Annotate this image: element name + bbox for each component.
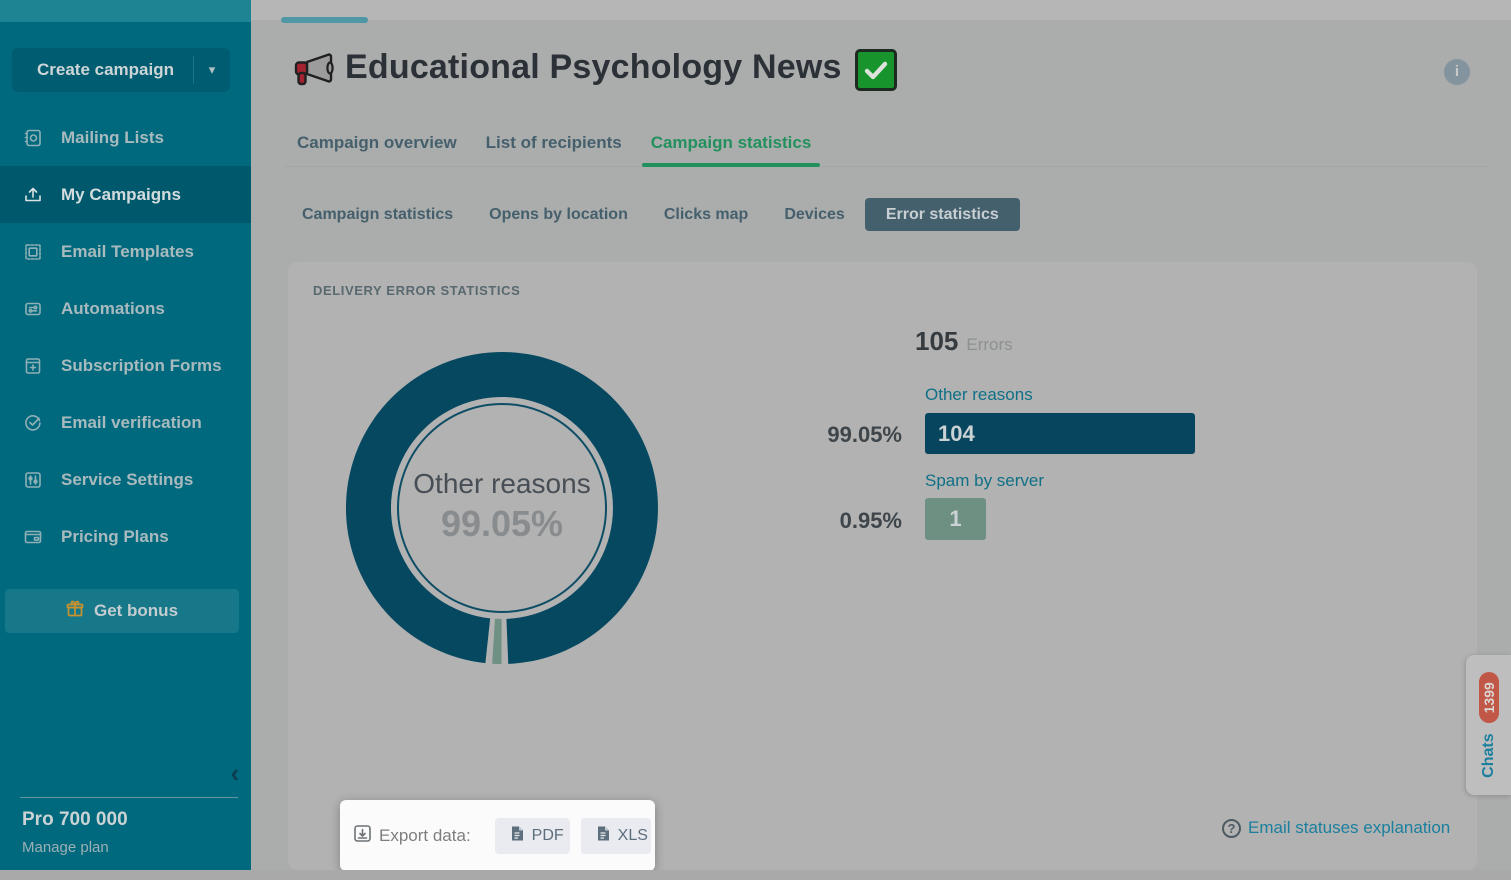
subtab-devices[interactable]: Devices: [784, 206, 845, 224]
megaphone-icon: [291, 51, 335, 98]
donut-slice-other-reasons[interactable]: [346, 352, 658, 664]
error-row-bar[interactable]: 1: [925, 498, 986, 540]
campaign-header: Educational Psychology News i: [251, 44, 1511, 96]
error-row-label: Other reasons: [925, 385, 1033, 405]
main-content: Educational Psychology News i Campaign o…: [251, 0, 1511, 880]
sidebar-item-subscription-forms[interactable]: Subscription Forms: [0, 337, 251, 394]
sidebar-item-pricing-plans[interactable]: Pricing Plans: [0, 508, 251, 565]
info-icon[interactable]: i: [1444, 59, 1470, 85]
sidebar-item-automations[interactable]: Automations: [0, 280, 251, 337]
error-row-percent: 99.05%: [790, 422, 902, 448]
sidebar-item-label: Email verification: [61, 413, 202, 433]
email-statuses-explanation-link[interactable]: ? Email statuses explanation: [1222, 818, 1450, 838]
document-icon: [595, 825, 611, 847]
sidebar-divider: [20, 797, 238, 798]
sidebar-item-label: Pricing Plans: [61, 527, 169, 547]
export-xls-button[interactable]: XLS: [581, 818, 651, 854]
page-title: Educational Psychology News: [345, 48, 842, 87]
error-row-percent: 0.95%: [790, 508, 902, 534]
email-statuses-explanation-label: Email statuses explanation: [1248, 818, 1450, 838]
mailing-lists-icon: [23, 128, 43, 148]
email-verification-icon: [23, 413, 43, 433]
email-templates-icon: [23, 242, 43, 262]
document-icon: [509, 825, 525, 847]
gift-icon: [66, 600, 84, 623]
export-data-panel: Export data: PDF XLS: [340, 800, 655, 871]
sidebar-item-label: Mailing Lists: [61, 128, 164, 148]
service-settings-icon: [23, 470, 43, 490]
sidebar-item-label: Email Templates: [61, 242, 194, 262]
automations-icon: [23, 299, 43, 319]
chats-unread-badge: 1399: [1479, 672, 1499, 723]
collapse-sidebar-icon[interactable]: ‹: [222, 760, 248, 788]
donut-chart: Other reasons 99.05%: [337, 343, 667, 673]
sidebar-top-band: [0, 0, 251, 22]
sidebar-item-label: Subscription Forms: [61, 356, 222, 376]
top-accent-bar: [281, 17, 368, 23]
plan-name: Pro 700 000: [22, 809, 128, 831]
app-window: Create campaign ▾ Mailing Lists My Campa…: [0, 0, 1511, 880]
subtab-opens-by-location[interactable]: Opens by location: [489, 206, 628, 224]
sidebar-item-service-settings[interactable]: Service Settings: [0, 451, 251, 508]
sidebar-item-label: Automations: [61, 299, 165, 319]
export-pdf-button[interactable]: PDF: [495, 818, 570, 854]
statistics-subtabs: Campaign statistics Opens by location Cl…: [302, 198, 1020, 231]
tab-campaign-statistics[interactable]: Campaign statistics: [651, 118, 812, 167]
sidebar-item-my-campaigns[interactable]: My Campaigns: [0, 166, 251, 223]
page-bottom-strip: [0, 870, 1511, 880]
error-row-label: Spam by server: [925, 471, 1044, 491]
tab-list-of-recipients[interactable]: List of recipients: [486, 118, 622, 167]
create-campaign-label: Create campaign: [12, 60, 193, 80]
panel-title: DELIVERY ERROR STATISTICS: [313, 283, 520, 298]
errors-total-label: Errors: [966, 335, 1012, 355]
errors-total: 105 Errors: [915, 326, 1013, 357]
subtab-campaign-statistics[interactable]: Campaign statistics: [302, 206, 453, 224]
subtab-clicks-map[interactable]: Clicks map: [664, 206, 748, 224]
sidebar-item-email-templates[interactable]: Email Templates: [0, 223, 251, 280]
pricing-plans-icon: [23, 527, 43, 547]
tab-campaign-overview[interactable]: Campaign overview: [297, 118, 457, 167]
chevron-down-icon[interactable]: ▾: [194, 62, 230, 78]
top-strip: [251, 0, 1511, 20]
chats-label: Chats: [1480, 733, 1498, 777]
subtab-error-statistics[interactable]: Error statistics: [865, 198, 1020, 231]
export-xls-label: XLS: [618, 827, 648, 845]
sidebar-item-mailing-lists[interactable]: Mailing Lists: [0, 109, 251, 166]
chats-side-tab[interactable]: Chats 1399: [1466, 655, 1511, 795]
delivery-error-statistics-card: DELIVERY ERROR STATISTICS Other reasons …: [288, 262, 1477, 870]
subscription-forms-icon: [23, 356, 43, 376]
sidebar-item-label: Service Settings: [61, 470, 193, 490]
title-checkbox-icon: [855, 49, 897, 91]
sidebar-nav: Mailing Lists My Campaigns Email Templat…: [0, 109, 251, 565]
export-pdf-label: PDF: [532, 827, 564, 845]
export-data-label: Export data:: [379, 826, 471, 846]
create-campaign-button[interactable]: Create campaign ▾: [12, 48, 230, 92]
sidebar-item-email-verification[interactable]: Email verification: [0, 394, 251, 451]
get-bonus-button[interactable]: Get bonus: [5, 589, 239, 633]
main-tabs: Campaign overview List of recipients Cam…: [297, 118, 811, 167]
my-campaigns-icon: [23, 185, 43, 205]
sidebar-item-label: My Campaigns: [61, 185, 181, 205]
question-circle-icon: ?: [1222, 819, 1241, 838]
chats-rotated-content: Chats 1399: [1466, 655, 1511, 795]
donut-inner-ring: [398, 404, 606, 612]
sidebar: Create campaign ▾ Mailing Lists My Campa…: [0, 0, 251, 880]
donut-slice-spam-by-server[interactable]: [492, 619, 501, 664]
error-row-bar[interactable]: 104: [925, 413, 1195, 454]
download-icon: [353, 824, 372, 848]
get-bonus-label: Get bonus: [94, 601, 178, 621]
errors-total-value: 105: [915, 326, 958, 357]
manage-plan-link[interactable]: Manage plan: [22, 839, 109, 856]
